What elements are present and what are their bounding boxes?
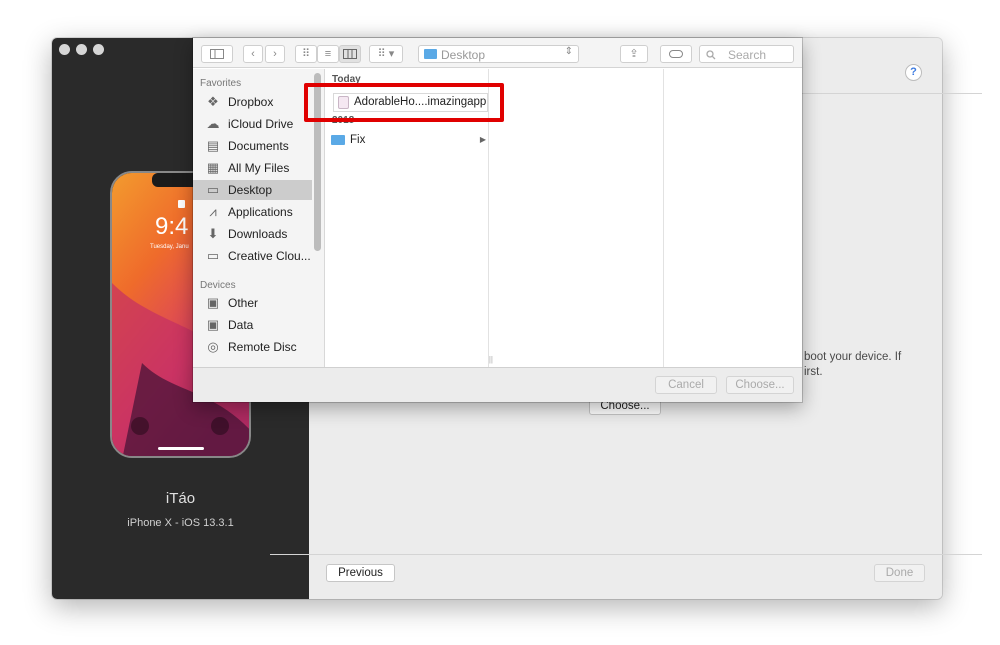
chevron-right-icon: ▶	[479, 135, 486, 144]
forward-button[interactable]: ›	[265, 45, 285, 63]
folder-icon	[424, 49, 437, 59]
document-icon: ▤	[206, 138, 220, 153]
share-button[interactable]: ⇪	[620, 45, 648, 63]
devices-header: Devices	[200, 280, 236, 291]
sidebar-item-icloud-drive[interactable]: ☁ iCloud Drive	[193, 114, 312, 134]
previous-button[interactable]: Previous	[326, 564, 395, 582]
tags-button[interactable]	[660, 45, 692, 63]
cancel-button[interactable]: Cancel	[655, 376, 717, 394]
desktop-icon: ▭	[206, 182, 220, 197]
sidebar-item-label: Dropbox	[228, 95, 274, 109]
columns-icon	[343, 49, 357, 59]
folder-icon	[331, 135, 345, 145]
arrange-button[interactable]: ⠿ ▾	[369, 45, 403, 63]
lock-screen-time: 9:4	[155, 213, 189, 240]
sidebar-item-dropbox[interactable]: ❖ Dropbox	[193, 92, 312, 112]
sidebar-item-label: Other	[228, 296, 259, 310]
list-view-button[interactable]: ≡	[317, 45, 339, 63]
chevron-right-icon: ›	[273, 48, 277, 60]
share-icon: ⇪	[629, 48, 639, 60]
disk-icon: ▣	[206, 317, 220, 332]
list-icon: ≡	[324, 48, 332, 60]
dialog-toolbar: ‹ › ⠿ ≡ ⠿ ▾ Desktop ⇕ ⇪ Search	[193, 38, 802, 68]
applications-icon: ⩘	[209, 204, 217, 219]
dropbox-icon: ❖	[207, 94, 219, 109]
folder-name: Fix	[350, 134, 366, 146]
lock-screen-date: Tuesday, Janu	[150, 244, 189, 250]
files-icon: ▦	[206, 160, 220, 175]
sidebar-item-creative-cloud[interactable]: ▭ Creative Clou...	[193, 246, 312, 266]
sidebar-item-applications[interactable]: ⩘ Applications	[193, 202, 312, 222]
folder-item-fix[interactable]: Fix ▶	[326, 131, 489, 149]
disc-icon: ◎	[207, 339, 219, 354]
search-placeholder: Search	[728, 48, 767, 62]
sidebar-item-label: Desktop	[228, 183, 273, 197]
minimize-window-button[interactable]	[76, 44, 87, 55]
sidebar-item-label: Creative Clou...	[228, 249, 311, 263]
sidebar-item-label: Documents	[228, 139, 289, 153]
sidebar-item-desktop[interactable]: ▭ Desktop	[193, 180, 312, 200]
cloud-icon: ☁	[206, 116, 220, 131]
sidebar-item-remote-disc[interactable]: ◎ Remote Disc	[193, 337, 312, 357]
instruction-text-2: irst.	[804, 366, 823, 378]
sidebar-icon	[210, 49, 224, 59]
disk-icon: ▣	[206, 295, 220, 310]
column-resize-handle[interactable]: ||	[489, 355, 493, 364]
favorites-header: Favorites	[200, 78, 242, 89]
help-button[interactable]: ?	[905, 64, 922, 81]
dialog-choose-button[interactable]: Choose...	[726, 376, 794, 394]
grid-icon: ⠿	[301, 48, 311, 60]
download-icon: ⬇	[207, 226, 219, 241]
device-info: iPhone X - iOS 13.3.1	[127, 517, 234, 529]
sidebar-toggle-button[interactable]	[201, 45, 233, 63]
chevron-left-icon: ‹	[251, 48, 255, 60]
close-window-button[interactable]	[59, 44, 70, 55]
device-name: iTáo	[165, 490, 196, 507]
file-column-2	[500, 69, 664, 367]
updown-chevron-icon: ⇕	[564, 46, 573, 57]
sidebar-item-label: Applications	[228, 205, 293, 219]
done-button[interactable]: Done	[874, 564, 925, 582]
arrange-icon: ⠿ ▾	[377, 48, 395, 60]
search-icon	[706, 50, 716, 60]
search-field[interactable]: Search	[699, 45, 794, 63]
sidebar-item-label: Data	[228, 318, 254, 332]
location-popup[interactable]: Desktop ⇕	[418, 45, 579, 63]
sidebar-item-other[interactable]: ▣ Other	[193, 293, 312, 313]
instruction-text-1: boot your device. If	[804, 351, 902, 363]
back-button[interactable]: ‹	[243, 45, 263, 63]
sidebar-item-label: Remote Disc	[228, 340, 297, 354]
tag-icon	[669, 50, 683, 58]
sidebar-item-label: iCloud Drive	[228, 117, 294, 131]
sidebar-item-data[interactable]: ▣ Data	[193, 315, 312, 335]
icon-view-button[interactable]: ⠿	[295, 45, 317, 63]
location-label: Desktop	[441, 48, 486, 62]
highlight-annotation	[304, 83, 504, 122]
file-column-3	[677, 69, 802, 367]
sidebar-item-documents[interactable]: ▤ Documents	[193, 136, 312, 156]
column-view-button[interactable]	[339, 45, 361, 63]
sidebar-item-downloads[interactable]: ⬇ Downloads	[193, 224, 312, 244]
sidebar-item-label: All My Files	[228, 161, 290, 175]
zoom-window-button[interactable]	[93, 44, 104, 55]
sidebar-item-all-my-files[interactable]: ▦ All My Files	[193, 158, 312, 178]
folder-icon: ▭	[206, 248, 220, 263]
footer-divider	[270, 554, 982, 555]
sidebar-item-label: Downloads	[228, 227, 288, 241]
dialog-button-bar: Cancel Choose...	[193, 367, 802, 402]
